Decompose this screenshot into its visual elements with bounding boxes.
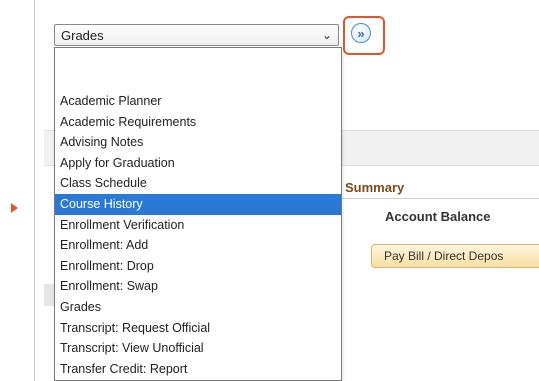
summary-divider: [340, 198, 539, 199]
dropdown-option[interactable]: Class Schedule: [55, 173, 341, 194]
account-balance-label: Account Balance: [385, 209, 491, 224]
summary-heading: Summary: [345, 180, 405, 195]
dropdown-option[interactable]: Grades: [55, 297, 341, 318]
chevron-down-icon: ⌄: [321, 28, 332, 42]
left-divider: [34, 0, 35, 381]
dropdown-option[interactable]: Apply for Graduation: [55, 153, 341, 174]
dropdown-option[interactable]: Academic Planner: [55, 91, 341, 112]
navigation-dropdown-list[interactable]: Academic Planner Academic Requirements Adv…: [54, 47, 342, 381]
dropdown-option[interactable]: Transcript: View Unofficial: [55, 338, 341, 359]
dropdown-option[interactable]: Course History: [55, 193, 341, 215]
dropdown-option[interactable]: Academic Requirements: [55, 112, 341, 133]
dropdown-option[interactable]: Enrollment: Add: [55, 235, 341, 256]
dropdown-option[interactable]: Enrollment: Swap: [55, 276, 341, 297]
dropdown-option[interactable]: Transfer Credit: Report: [55, 359, 341, 380]
panel-edge: [44, 284, 54, 306]
pay-bill-button[interactable]: Pay Bill / Direct Depos: [371, 244, 539, 268]
double-chevron-right-icon[interactable]: »: [351, 23, 371, 43]
dropdown-option[interactable]: Enrollment Verification: [55, 215, 341, 236]
dropdown-option[interactable]: Advising Notes: [55, 132, 341, 153]
dropdown-option[interactable]: Enrollment: Drop: [55, 256, 341, 277]
navigation-select[interactable]: Grades ⌄: [54, 24, 339, 46]
navigation-select-value: Grades: [61, 27, 104, 43]
pointer-arrow-icon: [11, 203, 18, 213]
dropdown-option[interactable]: Transcript: Request Official: [55, 318, 341, 339]
go-button-glyph: »: [357, 25, 365, 41]
